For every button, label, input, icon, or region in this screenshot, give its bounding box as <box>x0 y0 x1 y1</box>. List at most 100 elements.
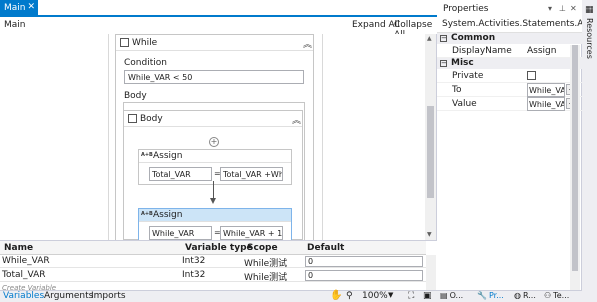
overview-icon[interactable]: ▣ <box>423 291 432 301</box>
condition-label: Condition <box>124 58 167 68</box>
wrench-icon: 🔧 <box>477 291 487 300</box>
properties-bottom-tabs: ▤ O... 🔧 Pr... ◍ R... ⚇ Te... <box>437 290 582 302</box>
fit-screen-icon[interactable]: ⛶ <box>408 291 414 301</box>
canvas-guide-line <box>108 34 109 240</box>
chevron-down-icon[interactable]: ▼ <box>388 291 393 299</box>
tab-main[interactable]: Main ✕ <box>0 0 38 17</box>
breadcrumb[interactable]: Main <box>4 20 26 30</box>
sidebar-resources[interactable]: Resources <box>585 18 594 59</box>
assign-header: A+B Assign <box>139 209 291 221</box>
variable-scope[interactable]: While测试 <box>244 270 287 283</box>
minus-icon[interactable]: − <box>440 35 447 42</box>
variable-type[interactable]: Int32 <box>182 256 205 266</box>
scroll-down-icon[interactable]: ▼ <box>427 231 432 238</box>
assign-title: Assign <box>153 210 183 220</box>
canvas-guide-line <box>322 34 323 240</box>
property-name: DisplayName <box>452 46 512 56</box>
value-input[interactable]: While_VA <box>527 97 565 111</box>
team-icon: ⚇ <box>544 291 552 300</box>
category-label: Common <box>451 33 496 43</box>
category-common[interactable]: − Common <box>437 33 582 44</box>
tab-arguments[interactable]: Arguments <box>44 291 93 301</box>
property-row-displayname[interactable]: DisplayName Assign <box>437 44 582 58</box>
outline-icon: ▤ <box>440 291 448 300</box>
property-value[interactable]: Assign <box>527 46 556 56</box>
tab-resources[interactable]: ◍ R... <box>514 291 536 300</box>
col-type[interactable]: Variable type <box>185 243 253 253</box>
close-icon[interactable]: ✕ <box>570 4 577 13</box>
private-checkbox[interactable] <box>527 71 536 80</box>
category-label: Misc <box>451 58 474 68</box>
tab-label: Main <box>4 3 26 13</box>
chevron-down-icon[interactable]: ▾ <box>548 4 552 13</box>
assign-value-field[interactable]: While_VAR + 1 <box>220 226 283 240</box>
property-row-private[interactable]: Private <box>437 69 582 83</box>
while-activity-icon <box>120 38 129 47</box>
variables-panel: Name Variable type Scope Default While_V… <box>0 240 437 292</box>
properties-scrollbar[interactable] <box>570 45 580 290</box>
assign-activity[interactable]: A+B Assign Total_VAR = Total_VAR +Whil <box>138 149 292 185</box>
tab-properties[interactable]: 🔧 Pr... <box>477 291 504 300</box>
col-name[interactable]: Name <box>4 243 33 253</box>
designer-vertical-scrollbar[interactable]: ▲ ▼ <box>425 34 436 240</box>
assign-icon: A+B <box>141 211 153 217</box>
properties-header: Properties ▾ ⊥ ✕ <box>437 0 582 17</box>
variable-type[interactable]: Int32 <box>182 270 205 280</box>
variable-name[interactable]: While_VAR <box>2 256 50 266</box>
assign-fields: Total_VAR = Total_VAR +Whil <box>139 162 291 184</box>
document-tab-bar: Main ✕ <box>0 0 437 17</box>
tab-variables[interactable]: Variables <box>3 291 44 301</box>
assign-icon: A+B <box>141 152 153 158</box>
hand-icon[interactable]: ✋ <box>330 290 342 301</box>
variable-row[interactable]: While_VAR Int32 While测试 0 <box>0 255 426 269</box>
tab-imports[interactable]: Imports <box>91 291 126 301</box>
tab-outline[interactable]: ▤ O... <box>440 291 463 300</box>
scroll-thumb[interactable] <box>427 106 434 198</box>
while-header: While ︽ <box>116 35 313 51</box>
assign-header: A+B Assign <box>139 150 291 162</box>
assign-to-field[interactable]: While_VAR <box>149 226 212 240</box>
to-input[interactable]: While_VA <box>527 83 565 97</box>
variable-row[interactable]: Total_VAR Int32 While测试 0 <box>0 269 426 283</box>
chevron-up-icon[interactable]: ︽ <box>303 37 312 50</box>
assign-value-field[interactable]: Total_VAR +Whil <box>220 167 283 181</box>
workflow-designer: Main ✕ Main Expand All Collapse All Whil… <box>0 0 437 302</box>
plus-icon[interactable]: + <box>209 137 219 147</box>
variable-name[interactable]: Total_VAR <box>2 270 46 280</box>
tab-team[interactable]: ⚇ Te... <box>544 291 569 300</box>
body-title: Body <box>140 114 163 124</box>
assign-title: Assign <box>153 151 183 161</box>
assign-activity-selected[interactable]: A+B Assign While_VAR = While_VAR + 1 <box>138 208 292 244</box>
sequence-icon <box>128 114 137 123</box>
body-sequence[interactable]: Body ︽ + A+B Assign Total_VAR = Total_VA… <box>123 110 303 244</box>
chevron-up-icon[interactable]: ︽ <box>292 113 301 126</box>
variables-scrollbar[interactable] <box>426 255 436 291</box>
variable-default-input[interactable]: 0 <box>305 270 423 281</box>
variable-scope[interactable]: While测试 <box>244 256 287 269</box>
close-icon[interactable]: ✕ <box>27 2 35 12</box>
scroll-up-icon[interactable]: ▲ <box>427 35 432 42</box>
col-default[interactable]: Default <box>307 243 344 253</box>
search-icon[interactable]: ⚲ <box>346 291 353 301</box>
pin-icon[interactable]: ⊥ <box>559 4 566 13</box>
resources-icon[interactable]: ▦ <box>585 5 594 15</box>
properties-title: Properties <box>443 4 489 14</box>
body-label: Body <box>124 91 147 101</box>
variable-default-input[interactable]: 0 <box>305 256 423 267</box>
assign-to-field[interactable]: Total_VAR <box>149 167 212 181</box>
property-grid: − Common DisplayName Assign − Misc Priva… <box>437 33 582 111</box>
minus-icon[interactable]: − <box>440 60 447 67</box>
expand-all-link[interactable]: Expand All <box>352 20 400 30</box>
property-name: To <box>452 85 462 95</box>
col-scope[interactable]: Scope <box>247 243 278 253</box>
variables-header: Name Variable type Scope Default <box>0 241 426 255</box>
scroll-thumb[interactable] <box>572 45 578 271</box>
property-row-to[interactable]: To While_VA ... <box>437 83 582 97</box>
property-name: Value <box>452 99 477 109</box>
zoom-level[interactable]: 100% <box>362 291 388 301</box>
category-misc[interactable]: − Misc <box>437 58 582 69</box>
designer-bottom-bar: Variables Arguments Imports ✋ ⚲ 100% ▼ ⛶… <box>0 290 437 302</box>
property-row-value[interactable]: Value While_VA ... <box>437 97 582 111</box>
globe-icon: ◍ <box>514 291 521 300</box>
condition-input[interactable]: While_VAR < 50 <box>124 70 304 84</box>
